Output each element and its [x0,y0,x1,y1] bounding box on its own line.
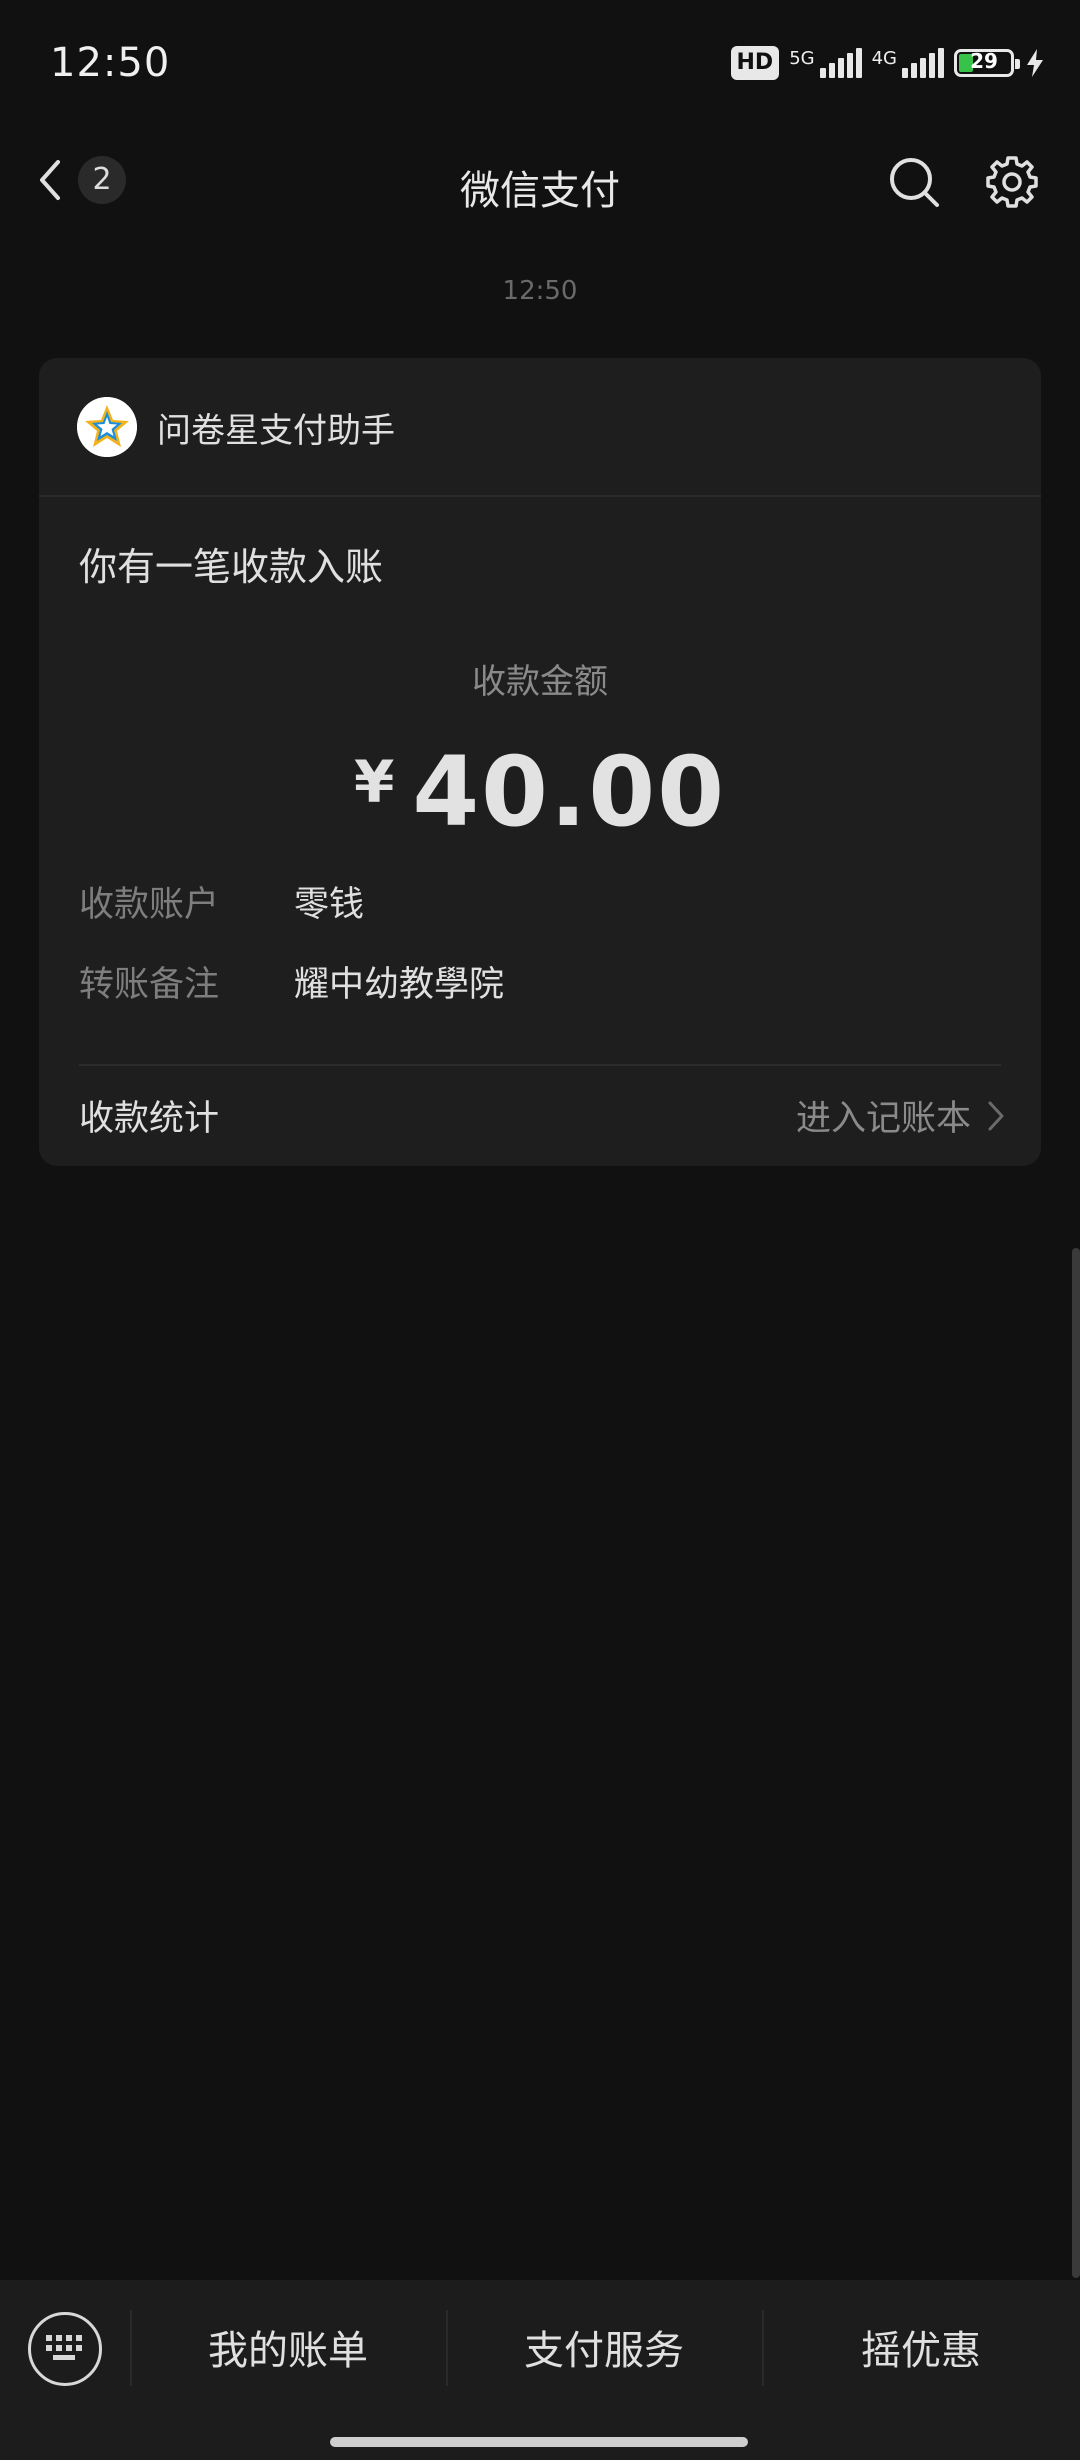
sender-name: 问卷星支付助手 [157,411,395,451]
keyboard-icon [46,2335,82,2360]
account-key: 收款账户 [79,885,220,925]
ledger-link[interactable]: 进入记账本 [796,1090,1005,1141]
payment-notification-card[interactable]: 问卷星支付助手 你有一笔收款入账 收款金额 ¥40.00 收款账户 零钱 转账备注… [39,358,1041,1166]
card-header: 问卷星支付助手 [39,358,1041,497]
currency-symbol: ¥ [353,748,395,816]
nav-bar: 2 微信支付 [0,120,1080,240]
search-icon[interactable] [886,154,942,210]
message-timestamp: 12:50 [502,276,578,306]
amount-value: 40.00 [412,736,726,848]
account-value: 零钱 [294,885,365,925]
charging-icon [1027,49,1043,77]
battery-icon: 29 [954,49,1020,77]
amount-display: ¥40.00 [39,736,1041,848]
menu-shake-deals[interactable]: 摇优惠 [762,2318,1080,2376]
battery-level: 29 [970,49,998,73]
chevron-right-icon [988,1101,1004,1130]
keyboard-toggle-button[interactable] [28,2312,102,2386]
sender-logo-icon [77,397,137,457]
ledger-link-label: 进入记账本 [795,1099,971,1139]
hd-voice-icon: HD [730,46,780,80]
status-time: 12:50 [50,40,171,86]
home-indicator[interactable] [330,2437,748,2447]
amount-label: 收款金额 [472,662,608,702]
status-bar: 12:50 HD 5G 4G 29 [0,0,1080,130]
account-row: 收款账户 零钱 [79,876,364,927]
bottom-menu-bar: 我的账单 支付服务 摇优惠 [0,2280,1080,2460]
notification-headline: 你有一笔收款入账 [79,545,384,589]
card-divider [79,1064,1001,1066]
signal-4g-icon: 4G [872,48,944,78]
gear-icon[interactable] [984,154,1040,210]
note-key: 转账备注 [79,965,220,1005]
signal-5g-icon: 5G [789,48,862,78]
status-icons: HD 5G 4G 29 [730,46,1047,80]
note-value: 耀中幼教學院 [294,965,505,1005]
receipt-stats-label: 收款统计 [79,1099,220,1139]
scrollbar[interactable] [1072,1248,1080,2278]
note-row: 转账备注 耀中幼教學院 [79,956,504,1007]
menu-my-bills[interactable]: 我的账单 [130,2318,446,2376]
menu-payment-services[interactable]: 支付服务 [446,2318,762,2376]
